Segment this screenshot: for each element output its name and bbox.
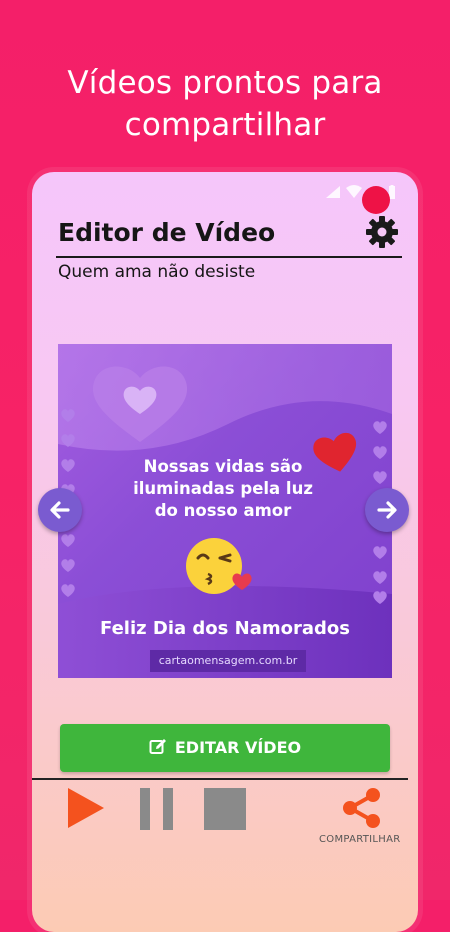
phone-screen: Editor de Vídeo Quem ama não desiste Nos… [32, 172, 418, 932]
card-greeting: Feliz Dia dos Namorados [100, 618, 350, 639]
card-message-line-3: do nosso amor [154, 501, 292, 520]
share-label[interactable]: COMPARTILHAR [319, 834, 400, 845]
controls-divider [32, 778, 408, 780]
share-icon[interactable] [340, 786, 384, 830]
wifi-icon [346, 185, 362, 198]
card-message-line-1: Nossas vidas são [143, 457, 303, 476]
card-message: Nossas vidas são iluminadas pela luz do … [108, 456, 338, 522]
promo-line-1: Vídeos prontos para [67, 65, 383, 101]
edit-icon [149, 739, 166, 754]
card-website: cartaomensagem.com.br [150, 650, 306, 672]
edit-video-button[interactable]: EDITAR VÍDEO [60, 724, 390, 772]
promo-line-2: compartilhar [124, 107, 326, 143]
app-header: Editor de Vídeo [56, 216, 402, 258]
previous-button[interactable] [38, 488, 82, 532]
gear-icon[interactable] [364, 214, 400, 250]
promo-headline: Vídeos prontos para compartilhar [0, 62, 450, 146]
play-icon[interactable] [66, 786, 106, 830]
next-button[interactable] [365, 488, 409, 532]
card-message-line-2: iluminadas pela luz [133, 479, 313, 498]
app-title: Editor de Vídeo [58, 218, 276, 247]
kiss-emoji-icon [186, 538, 252, 594]
arrow-right-icon [377, 501, 397, 519]
edit-video-label: EDITAR VÍDEO [174, 738, 302, 757]
pause-icon[interactable] [138, 788, 176, 830]
video-preview[interactable]: Nossas vidas são iluminadas pela luz do … [58, 344, 392, 678]
signal-icon [326, 186, 340, 198]
arrow-left-icon [50, 501, 70, 519]
video-title: Quem ama não desiste [58, 262, 256, 282]
record-indicator [362, 186, 390, 214]
stop-icon[interactable] [204, 788, 246, 830]
